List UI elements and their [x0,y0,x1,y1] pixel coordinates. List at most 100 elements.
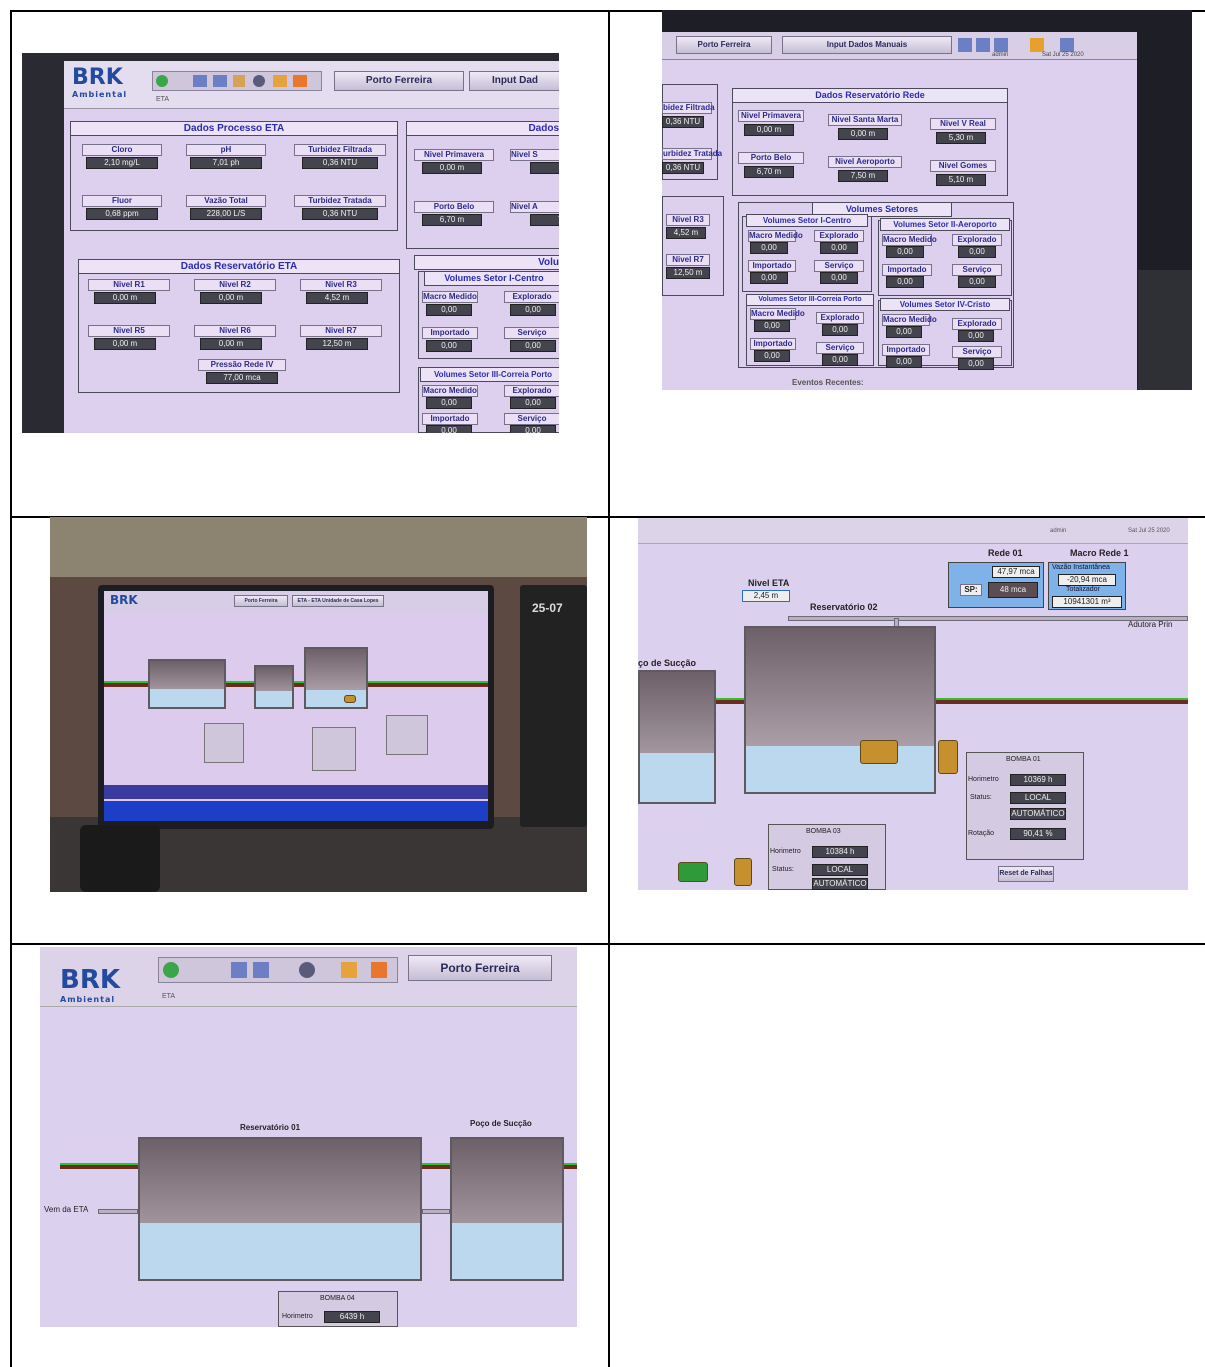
brk-logo: BRK [110,593,138,607]
camera-icon[interactable] [213,75,227,87]
grid-divider-row2 [10,943,1205,945]
tab-porto-ferreira[interactable]: Porto Ferreira [676,36,772,54]
date-display: Sat Jul 25 2020 [1042,52,1084,58]
eventos-recentes-label: Eventos Recentes: [792,378,864,387]
vazao-value: -20,94 mca [1058,574,1116,586]
value-nivel-a: 7,5 [530,214,559,226]
label-servico-4: Serviço [952,346,1002,358]
value-macro-medido-3: 0,00 [426,397,472,409]
label-fluor: Fluor [82,195,162,207]
motor-panel-icon[interactable] [938,740,958,774]
header-bar: BRK Ambiental Porto Ferreira ETA [40,947,577,1007]
bomba-04-title: BOMBA 04 [320,1295,355,1302]
export-icon[interactable] [994,38,1008,52]
tab-eta-unidade[interactable]: ETA - ETA Unidade de Casa Lopes [292,595,384,607]
bomba-04-horimetro-label: Horimetro [282,1313,313,1320]
bomba-01-status: LOCAL [1010,792,1066,804]
back-icon[interactable] [163,962,179,978]
pump-bomba-01-icon[interactable] [860,740,898,764]
poco-succao-label: Poço de Sucção [470,1119,532,1128]
toolbar-icons[interactable] [158,957,398,983]
pump-bomba-03-icon[interactable] [678,862,708,882]
value-fluor: 0,68 ppm [86,208,158,220]
value-servico-1: 0,00 [820,272,858,284]
label-turbidez-filtrada: bidez Filtrada [662,102,715,114]
label-macro-medido-3: Macro Medido [422,385,478,397]
bomba-01-horimetro: 10369 h [1010,774,1066,786]
bomba-01-panel [966,752,1084,860]
warning-icon[interactable] [293,75,307,87]
header-bar: admin Sat Jul 25 2020 [638,518,1188,544]
label-porto-belo: Porto Belo [414,201,494,213]
monitor-icon[interactable] [231,962,247,978]
value-nivel-s: 0, [530,162,559,174]
group-left-partial-2 [662,196,724,296]
motor-panel-icon[interactable] [734,858,752,886]
group-title-setor-3: Volumes Setor III-Correia Porto [746,294,874,306]
value-ph: 7,01 ph [190,157,262,169]
grid-border-left [10,10,12,1367]
tab-input-dados[interactable]: Input Dad [469,71,559,91]
value-nivel-r7: 12,50 m [666,267,710,279]
warning-icon[interactable] [371,962,387,978]
photo-network-volumes: Porto Ferreira Input Dados Manuais admin… [662,10,1192,390]
tab-input-dados-manuais[interactable]: Input Dados Manuais [782,36,952,54]
user-icon[interactable] [1060,38,1074,52]
label-explorado-3: Explorado [816,312,864,324]
group-title-reservatorio-rede: Dados Reservatório Rede [732,88,1008,103]
value-explorado-3: 0,00 [510,397,556,409]
rede01-value: 47,97 mca [992,566,1040,578]
camera-icon[interactable] [253,962,269,978]
toolbar-icons[interactable] [152,71,322,91]
sp-label: SP: [960,584,982,596]
label-macro-medido-2: Macro Medido [882,234,937,246]
photo-scada-monitor: BRK Porto Ferreira ETA - ETA Unidade de … [50,517,587,892]
tab-porto-ferreira[interactable]: Porto Ferreira [234,595,288,607]
settings-icon[interactable] [299,962,315,978]
tank-reservatorio-01 [138,1137,422,1281]
vem-da-eta-label: Vem da ETA [44,1205,89,1214]
settings-icon[interactable] [253,75,265,87]
label-nivel-r7: Nivel R7 [666,254,710,266]
user-name: admin [992,52,1009,58]
bomba-panel[interactable] [386,715,428,755]
bomba-03-horimetro: 10384 h [812,846,868,858]
print-icon[interactable] [976,38,990,52]
value-explorado-3: 0,00 [822,324,858,336]
value-servico-4: 0,00 [958,358,994,370]
group-title-setor-1: Volumes Setor I-Centro [746,214,868,227]
bomba-panel[interactable] [312,727,356,771]
totalizador-value: 10941301 m³ [1052,596,1122,608]
value-explorado-1: 0,00 [820,242,858,254]
pump-icon[interactable] [344,695,356,703]
monitor-icon[interactable] [193,75,207,87]
reset-falhas-button[interactable]: Reset de Falhas [998,866,1054,882]
tab-porto-ferreira[interactable]: Porto Ferreira [334,71,464,91]
desk-phone [80,825,160,892]
alarm-icon[interactable] [1030,38,1044,52]
label-nivel-aeroporto: Nivel Aeroporto [828,156,902,168]
alarm-icon[interactable] [273,75,287,87]
label-porto-belo: Porto Belo [738,152,804,164]
reservatorio-01-label: Reservatório 01 [240,1123,301,1132]
tab-porto-ferreira[interactable]: Porto Ferreira [408,955,552,981]
value-macro-medido-4: 0,00 [886,326,922,338]
value-macro-medido-1: 0,00 [426,304,472,316]
value-importado-2: 0,00 [886,276,924,288]
alarm-icon[interactable] [341,962,357,978]
label-vazao-total: Vazão Total [186,195,266,207]
value-nivel-v-real: 5,30 m [936,132,986,144]
group-title-setor-4: Volumes Setor IV-Cristo [880,298,1010,311]
bomba-panel[interactable] [204,723,244,763]
macro-rede-title: Macro Rede 1 [1070,548,1129,558]
label-importado-3: Importado [750,338,796,350]
grid-divider-vertical [608,10,610,1367]
back-icon[interactable] [156,75,168,87]
sp-input[interactable]: 48 mca [988,582,1038,598]
label-nivel-r5: Nivel R5 [88,325,170,337]
gauge-icon[interactable] [233,75,245,87]
report-icon[interactable] [958,38,972,52]
value-nivel-r5: 0,00 m [94,338,156,350]
photo-grid: BRK Ambiental Porto Ferreira Input Dad ET… [10,10,1205,1367]
label-explorado-3: Explorado [504,385,559,397]
